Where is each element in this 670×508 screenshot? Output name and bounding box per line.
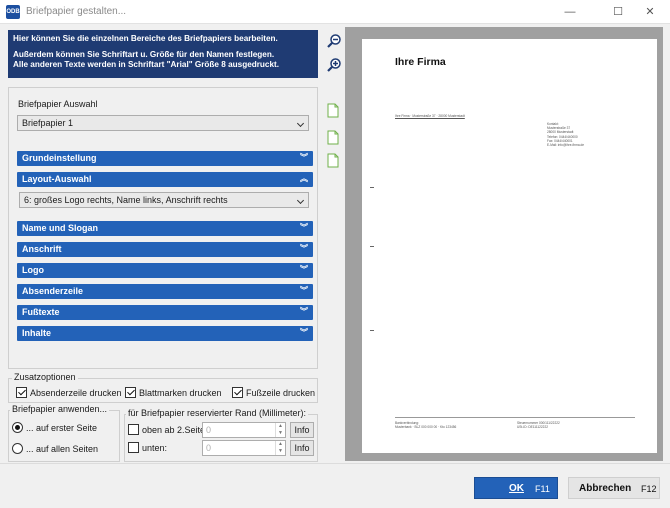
- section-label: Name und Slogan: [22, 223, 99, 233]
- section-anschrift[interactable]: Anschrift ︾: [17, 242, 313, 257]
- extra-options-title: Zusatzoptionen: [12, 372, 78, 382]
- page-icon[interactable]: [327, 103, 339, 118]
- dialog-footer: OK F11 Abbrechen F12: [0, 463, 670, 508]
- preview-sender-line: Ihre Firma · Musterstraße 37 · 28000 Mus…: [395, 114, 465, 118]
- all-pages-radio[interactable]: [12, 443, 23, 454]
- zoom-in-icon[interactable]: [326, 57, 342, 73]
- section-grundeinstellung[interactable]: Grundeinstellung ︾: [17, 151, 313, 166]
- fold-mark: [370, 330, 374, 331]
- zoom-out-icon[interactable]: [326, 33, 342, 49]
- expand-icon: ︾: [300, 328, 308, 337]
- fusszeile-checkbox[interactable]: [232, 387, 243, 398]
- section-label: Logo: [22, 265, 44, 275]
- minimize-button[interactable]: —: [550, 0, 590, 24]
- title-bar: ODB Briefpapier gestalten... — ☐ ✕: [0, 0, 670, 24]
- page-icon[interactable]: [327, 130, 339, 145]
- blattmarken-checkbox[interactable]: [125, 387, 136, 398]
- layout-select[interactable]: 6: großes Logo rechts, Name links, Ansch…: [19, 192, 309, 208]
- collapse-icon: ︽: [300, 174, 308, 183]
- section-inhalte[interactable]: Inhalte ︾: [17, 326, 313, 341]
- selection-label: Briefpapier Auswahl: [18, 99, 98, 109]
- absenderzeile-label: Absenderzeile drucken: [30, 388, 122, 398]
- letterhead-preview: Ihre Firma Ihre Firma · Musterstraße 37 …: [345, 27, 663, 461]
- margin-title: für Briefpapier reservierter Rand (Milli…: [126, 408, 309, 418]
- window-title: Briefpapier gestalten...: [26, 6, 127, 17]
- margin-bottom-checkbox[interactable]: [128, 442, 139, 453]
- spinner[interactable]: ▲ ▼: [275, 441, 285, 455]
- absenderzeile-checkbox[interactable]: [16, 387, 27, 398]
- margin-bottom-input[interactable]: 0 ▲ ▼: [202, 440, 286, 456]
- all-pages-label: ... auf allen Seiten: [26, 444, 99, 454]
- expand-icon: ︾: [300, 153, 308, 162]
- section-label: Grundeinstellung: [22, 153, 97, 163]
- chevron-down-icon: [296, 119, 305, 128]
- info-line-2: Außerdem können Sie Schriftart u. Größe …: [13, 49, 275, 59]
- expand-icon: ︾: [300, 307, 308, 316]
- margin-top-checkbox[interactable]: [128, 424, 139, 435]
- first-page-radio[interactable]: [12, 422, 23, 433]
- ok-button[interactable]: OK F11: [474, 477, 558, 499]
- margin-top-label: oben ab 2.Seite:: [142, 425, 208, 435]
- expand-icon: ︾: [300, 286, 308, 295]
- spinner[interactable]: ▲ ▼: [275, 423, 285, 437]
- section-label: Anschrift: [22, 244, 62, 254]
- info-banner: Hier können Sie die einzelnen Bereiche d…: [8, 30, 318, 78]
- fold-mark: [370, 187, 374, 188]
- preview-footer-right: Steuernummer 000/111/22222 USt-ID: DE111…: [517, 421, 560, 430]
- settings-panel: Briefpapier Auswahl Briefpapier 1 Grunde…: [8, 87, 318, 369]
- margin-top-info-button[interactable]: Info: [290, 422, 314, 438]
- info-line-3: Alle anderen Texte werden in Schriftart …: [13, 60, 280, 69]
- section-name-und-slogan[interactable]: Name und Slogan ︾: [17, 221, 313, 236]
- section-logo[interactable]: Logo ︾: [17, 263, 313, 278]
- fusszeile-label: Fußzeile drucken: [246, 388, 316, 398]
- app-icon: ODB: [6, 5, 20, 19]
- chevron-down-icon: [296, 196, 305, 205]
- cancel-button[interactable]: Abbrechen F12: [568, 477, 660, 499]
- expand-icon: ︾: [300, 223, 308, 232]
- preview-contact: Kontakt: Musterstraße 37 28000 Mustersta…: [547, 122, 585, 148]
- apply-title: Briefpapier anwenden...: [10, 404, 110, 414]
- preview-page: Ihre Firma Ihre Firma · Musterstraße 37 …: [362, 39, 657, 453]
- margin-top-input[interactable]: 0 ▲ ▼: [202, 422, 286, 438]
- section-fusstexte[interactable]: Fußtexte ︾: [17, 305, 313, 320]
- preview-company-name: Ihre Firma: [395, 56, 446, 68]
- section-label: Absenderzeile: [22, 286, 84, 296]
- first-page-label: ... auf erster Seite: [26, 423, 98, 433]
- briefpapier-select[interactable]: Briefpapier 1: [17, 115, 309, 131]
- section-label: Inhalte: [22, 328, 52, 338]
- close-button[interactable]: ✕: [630, 0, 670, 24]
- section-label: Layout-Auswahl: [22, 174, 92, 184]
- apply-group: [8, 410, 120, 462]
- section-label: Fußtexte: [22, 307, 60, 317]
- expand-icon: ︾: [300, 265, 308, 274]
- margin-bottom-info-button[interactable]: Info: [290, 440, 314, 456]
- briefpapier-select-value: Briefpapier 1: [22, 118, 74, 128]
- page-icon[interactable]: [327, 153, 339, 168]
- layout-select-value: 6: großes Logo rechts, Name links, Ansch…: [24, 195, 228, 205]
- blattmarken-label: Blattmarken drucken: [139, 388, 222, 398]
- preview-footer-left: Bankverbindung: Musterbank · BLZ 000 000…: [395, 421, 457, 430]
- info-line-1: Hier können Sie die einzelnen Bereiche d…: [13, 34, 278, 43]
- section-layout-auswahl[interactable]: Layout-Auswahl ︽: [17, 172, 313, 187]
- section-absenderzeile[interactable]: Absenderzeile ︾: [17, 284, 313, 299]
- margin-bottom-label: unten:: [142, 443, 168, 453]
- expand-icon: ︾: [300, 244, 308, 253]
- punch-mark: [370, 246, 374, 247]
- footer-rule: [395, 417, 635, 418]
